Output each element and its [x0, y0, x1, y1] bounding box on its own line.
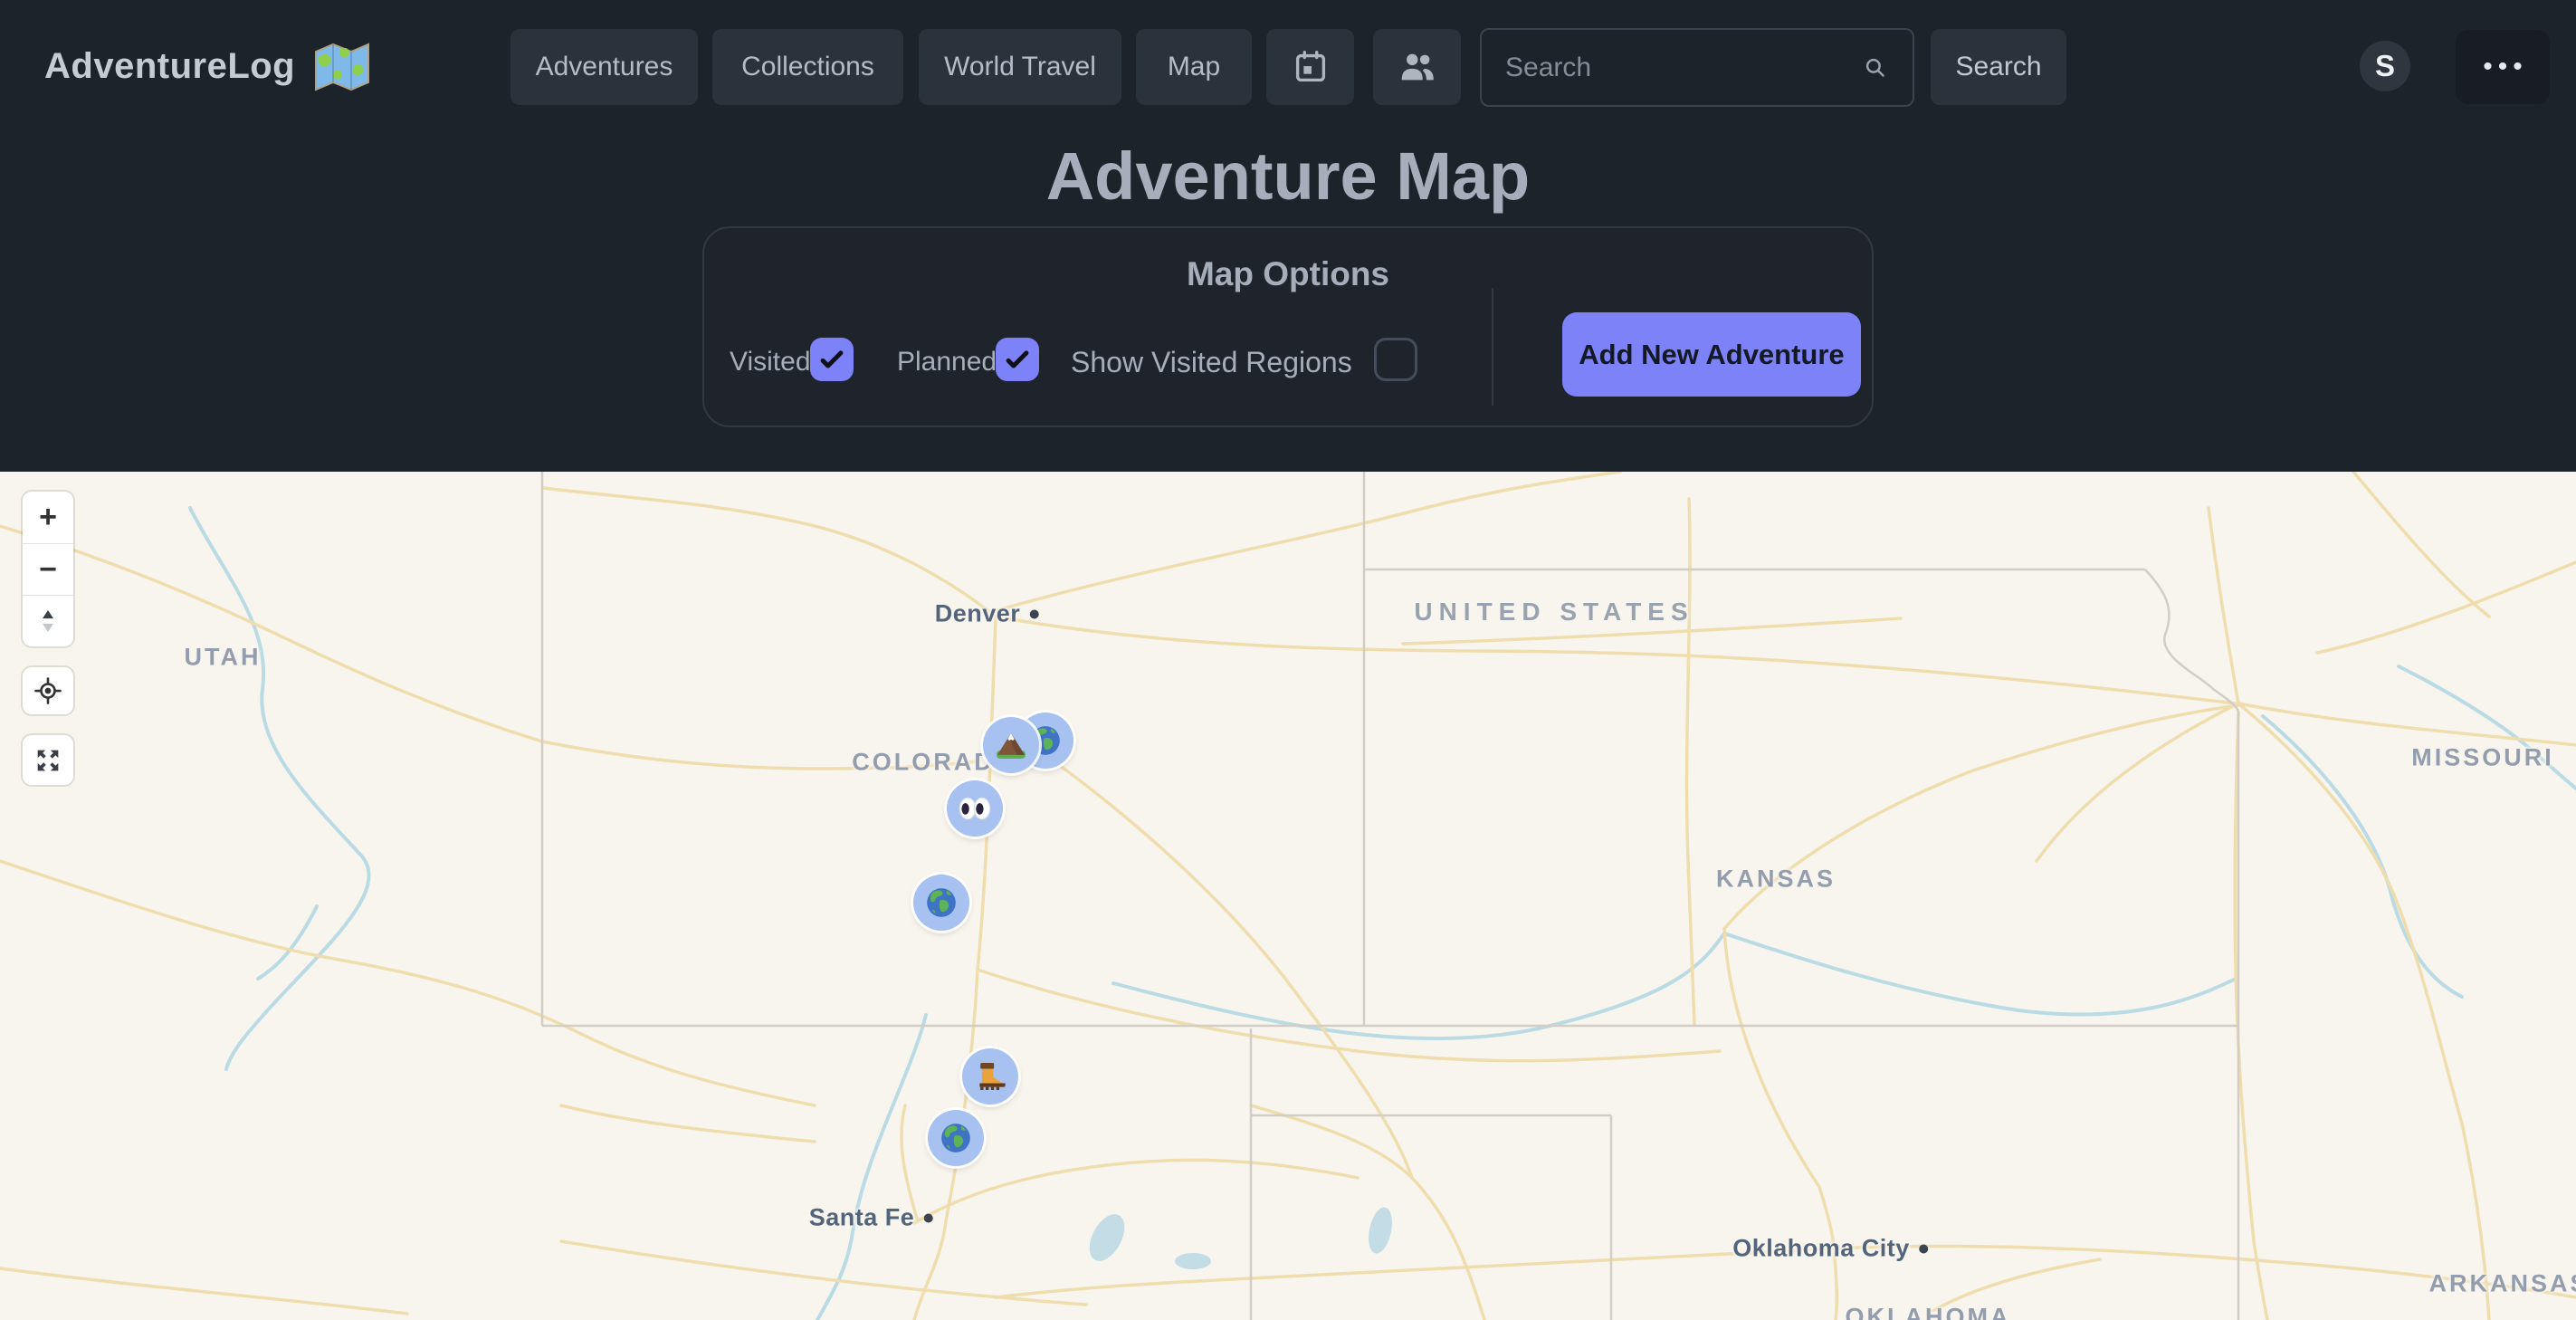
ellipsis-icon: •••: [2483, 52, 2528, 82]
mountain-adventure-marker[interactable]: [983, 717, 1039, 773]
visited-checkbox[interactable]: [810, 338, 854, 381]
city-dot: [1029, 609, 1038, 618]
nav-map[interactable]: Map: [1136, 29, 1252, 105]
city-label-denver-text: Denver: [935, 600, 1021, 628]
nav-collections[interactable]: Collections: [712, 29, 903, 105]
fullscreen-icon: [33, 745, 63, 776]
show-visited-regions-label: Show Visited Regions: [1071, 346, 1352, 379]
planned-label: Planned: [897, 347, 997, 378]
page-title: Adventure Map: [0, 138, 2576, 215]
boot-emoji-icon: [972, 1058, 1008, 1095]
pitch-arrows-icon: [33, 606, 63, 636]
city-label-santa-fe-text: Santa Fe: [809, 1204, 915, 1232]
state-label-arkansas: ARKANSAS: [2428, 1270, 2576, 1298]
city-label-oklahoma-city-text: Oklahoma City: [1732, 1235, 1910, 1263]
mountain-emoji-icon: [993, 727, 1029, 763]
calendar-button[interactable]: [1266, 29, 1354, 105]
globe-adventure-marker[interactable]: [913, 875, 969, 931]
planned-checkbox[interactable]: [996, 338, 1039, 381]
nav-adventures-label: Adventures: [536, 52, 673, 82]
add-new-adventure-label: Add New Adventure: [1579, 339, 1844, 371]
geolocate-button[interactable]: [23, 667, 73, 714]
map-basemap: [0, 472, 2576, 1320]
nav-world-travel[interactable]: World Travel: [919, 29, 1121, 105]
map-options-heading: Map Options: [704, 255, 1872, 293]
state-label-utah: UTAH: [185, 644, 262, 672]
checkmark-icon: [1002, 344, 1033, 375]
eyes-emoji-icon: [957, 790, 993, 827]
city-dot: [1919, 1244, 1928, 1253]
nav-map-label: Map: [1168, 52, 1220, 82]
geolocate-icon: [32, 674, 64, 707]
zoom-out-button[interactable]: −: [23, 543, 73, 595]
options-divider: [1492, 288, 1493, 406]
state-label-missouri: MISSOURI: [2411, 744, 2554, 772]
calendar-icon: [1290, 46, 1331, 88]
search-icon: [1860, 53, 1891, 83]
add-new-adventure-button[interactable]: Add New Adventure: [1562, 312, 1861, 397]
plus-icon: +: [39, 500, 57, 535]
zoom-in-button[interactable]: +: [23, 492, 73, 543]
eyes-adventure-marker[interactable]: [947, 780, 1003, 837]
app-logo[interactable]: AdventureLog: [44, 0, 371, 133]
nav-adventures[interactable]: Adventures: [510, 29, 698, 105]
app-name: AdventureLog: [44, 46, 295, 87]
adventurelog-app: AdventureLog Adventures Collections Worl…: [0, 0, 2576, 1320]
nav-collections-label: Collections: [741, 52, 874, 82]
country-label-united-states: UNITED STATES: [1414, 598, 1693, 627]
pitch-toggle-button[interactable]: [23, 595, 73, 646]
checkmark-icon: [816, 344, 847, 375]
zoom-control-group: + −: [23, 492, 73, 646]
user-avatar[interactable]: S: [2360, 41, 2410, 91]
state-label-kansas: KANSAS: [1716, 866, 1836, 894]
nav-world-travel-label: World Travel: [944, 52, 1096, 82]
visited-label: Visited: [730, 347, 811, 378]
city-label-oklahoma-city: Oklahoma City: [1732, 1235, 1928, 1263]
map-emoji-icon: [313, 42, 371, 92]
search-button-label: Search: [1955, 52, 2041, 82]
city-label-santa-fe: Santa Fe: [809, 1204, 933, 1232]
top-navbar: AdventureLog Adventures Collections Worl…: [0, 0, 2576, 133]
map-options-card: Map Options Visited Planned Show Visited…: [702, 226, 1874, 427]
map-canvas[interactable]: UTAH COLORADO UNITED STATES KANSAS MISSO…: [0, 472, 2576, 1320]
search-input[interactable]: [1482, 53, 1860, 83]
overflow-menu-button[interactable]: •••: [2456, 30, 2550, 104]
search-field-wrap: [1480, 28, 1914, 107]
city-dot: [923, 1213, 932, 1222]
state-label-oklahoma: OKLAHOMA: [1846, 1304, 2011, 1320]
globe-emoji-icon: [938, 1120, 974, 1156]
avatar-initial: S: [2375, 49, 2395, 83]
minus-icon: −: [39, 552, 57, 588]
users-button[interactable]: [1373, 29, 1461, 105]
globe-emoji-icon: [923, 885, 959, 921]
search-button[interactable]: Search: [1931, 29, 2066, 105]
fullscreen-button[interactable]: [23, 735, 73, 785]
city-label-denver: Denver: [935, 600, 1039, 628]
globe-adventure-marker[interactable]: [928, 1110, 984, 1166]
users-icon: [1397, 46, 1438, 88]
boot-adventure-marker[interactable]: [962, 1048, 1018, 1105]
show-visited-regions-checkbox[interactable]: [1374, 338, 1417, 381]
